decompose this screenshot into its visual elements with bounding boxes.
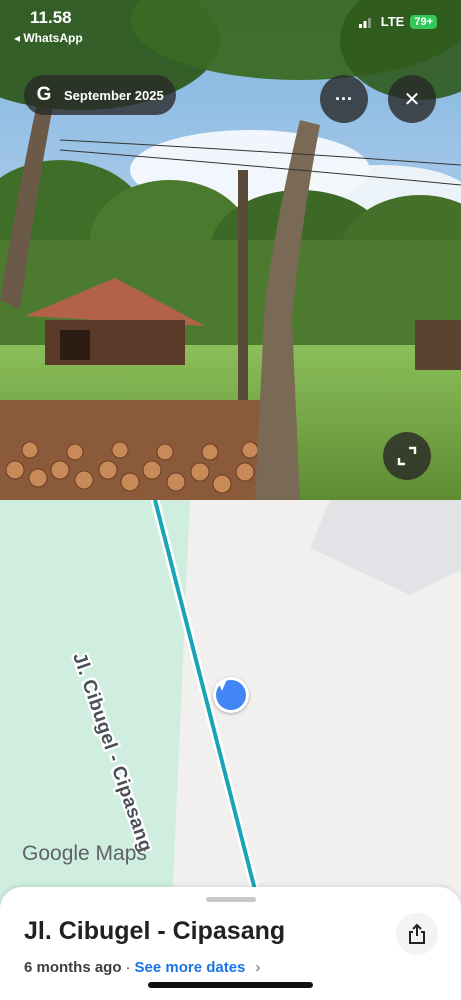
- share-button[interactable]: [396, 913, 438, 955]
- more-icon: ···: [335, 88, 353, 109]
- back-to-app-link[interactable]: ◂ WhatsApp: [14, 31, 83, 45]
- navigation-arrow-icon: [215, 679, 246, 710]
- street-view-date: September 2025: [64, 87, 164, 103]
- status-right: LTE 79+: [358, 14, 437, 29]
- street-view-date-pill[interactable]: G September 2025: [24, 75, 176, 115]
- imagery-age: 6 months ago: [24, 959, 122, 976]
- expand-button[interactable]: [383, 432, 431, 480]
- imagery-date-row: 6 months ago · See more dates ›: [24, 959, 260, 976]
- google-g-icon: G: [36, 84, 52, 105]
- more-options-button[interactable]: ···: [320, 75, 368, 123]
- see-more-dates-link[interactable]: See more dates: [135, 959, 246, 976]
- street-view-position-marker[interactable]: [213, 677, 249, 713]
- building-block: [310, 500, 461, 595]
- home-indicator: [148, 982, 313, 988]
- share-icon: [409, 923, 425, 944]
- status-bar: 11.58 ◂ WhatsApp LTE 79+: [0, 0, 461, 50]
- status-time: 11.58: [30, 8, 72, 27]
- google-maps-logo: Google Maps: [22, 842, 147, 865]
- battery-indicator: 79+: [410, 14, 437, 29]
- place-title: Jl. Cibugel - Cipasang: [24, 917, 286, 945]
- close-button[interactable]: ✕: [388, 75, 436, 123]
- network-type: LTE: [380, 14, 405, 29]
- separator: ·: [125, 959, 131, 976]
- close-icon: ✕: [403, 88, 421, 111]
- expand-icon: [397, 446, 417, 466]
- sheet-grabber[interactable]: [206, 897, 256, 902]
- chevron-right-icon: ›: [255, 959, 261, 976]
- signal-icon: [358, 17, 371, 28]
